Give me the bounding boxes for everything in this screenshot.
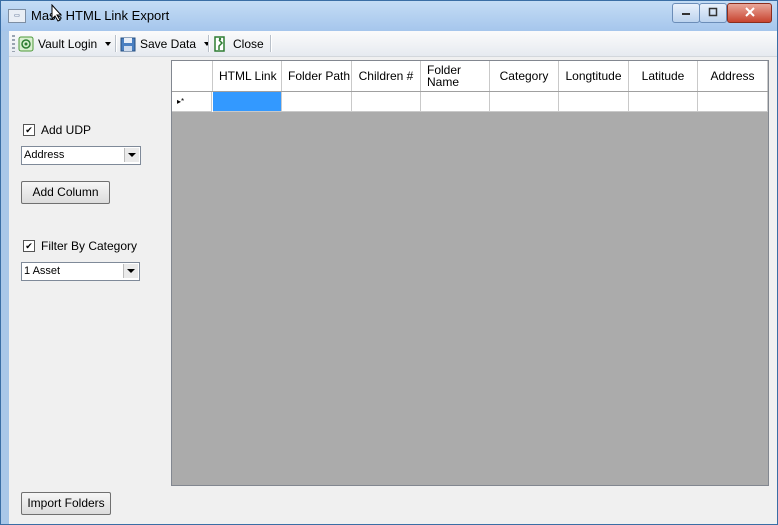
app-icon: ▭ <box>8 9 26 23</box>
column-header-category[interactable]: Category <box>490 61 559 91</box>
column-header-longtitude[interactable]: Longtitude <box>559 61 629 91</box>
category-select-value: 1 Asset <box>24 265 61 277</box>
vault-icon <box>18 36 34 51</box>
save-data-button[interactable]: Save Data <box>120 33 211 54</box>
title-bar[interactable]: ▭ Mass HTML Link Export <box>1 1 777 31</box>
maximize-button[interactable] <box>699 3 727 23</box>
filter-by-category-checkbox[interactable]: ✔ <box>23 240 35 252</box>
toolbar-grip[interactable] <box>12 35 15 52</box>
add-udp-label: Add UDP <box>41 123 92 137</box>
close-button[interactable]: Close <box>213 33 264 54</box>
cell-address[interactable] <box>698 92 768 112</box>
grid-header: HTML Link Folder Path Children # Folder … <box>172 61 768 92</box>
column-header-latitude[interactable]: Latitude <box>629 61 698 91</box>
chevron-down-icon <box>105 41 112 46</box>
checkmark-icon: ✔ <box>25 241 33 251</box>
cell-latitude[interactable] <box>629 92 698 112</box>
cell-folder-path[interactable] <box>282 92 352 112</box>
vault-login-label: Vault Login <box>38 36 98 51</box>
column-header-html-link[interactable]: HTML Link <box>213 61 282 91</box>
app-window: ▭ Mass HTML Link Export Vault Login Save… <box>0 0 778 525</box>
filter-by-category-label: Filter By Category <box>41 239 138 253</box>
cell-longtitude[interactable] <box>559 92 629 112</box>
exit-door-icon <box>214 35 225 52</box>
column-header-folder-name[interactable]: Folder Name <box>421 61 490 91</box>
udp-select-value: Address <box>24 149 65 161</box>
chevron-down-icon[interactable] <box>124 148 139 162</box>
udp-select[interactable]: Address <box>21 146 141 165</box>
save-icon <box>120 37 136 51</box>
save-data-label: Save Data <box>140 36 197 51</box>
maximize-icon <box>708 7 718 17</box>
minimize-icon <box>682 13 690 15</box>
column-header-children[interactable]: Children # <box>352 61 421 91</box>
toolbar-separator <box>270 35 272 52</box>
toolbar: Vault Login Save Data Close <box>9 31 777 57</box>
cell-children[interactable] <box>352 92 421 112</box>
category-select[interactable]: 1 Asset <box>21 262 140 281</box>
chevron-down-icon[interactable] <box>123 264 138 278</box>
toolbar-separator <box>208 35 210 52</box>
new-row-marker[interactable]: ▸* <box>172 92 212 112</box>
import-folders-button[interactable]: Import Folders <box>21 492 111 515</box>
close-icon <box>744 7 755 17</box>
minimize-button[interactable] <box>672 3 700 23</box>
column-header-address[interactable]: Address <box>698 61 768 91</box>
add-udp-checkbox[interactable]: ✔ <box>23 124 35 136</box>
data-grid[interactable]: HTML Link Folder Path Children # Folder … <box>171 60 769 486</box>
cell-html-link[interactable] <box>213 92 282 112</box>
add-column-button[interactable]: Add Column <box>21 181 110 204</box>
cell-folder-name[interactable] <box>421 92 490 112</box>
toolbar-separator <box>115 35 117 52</box>
checkmark-icon: ✔ <box>25 125 33 135</box>
vault-login-button[interactable]: Vault Login <box>18 33 112 54</box>
client-area: Vault Login Save Data Close ✔ Add UDP Ad… <box>9 31 777 524</box>
table-row[interactable]: ▸* <box>172 92 768 112</box>
cell-category[interactable] <box>490 92 559 112</box>
mouse-cursor-icon <box>51 4 63 22</box>
close-window-button[interactable] <box>727 3 772 23</box>
close-label: Close <box>233 36 264 51</box>
column-header-folder-path[interactable]: Folder Path <box>282 61 352 91</box>
row-header-corner[interactable] <box>172 61 213 91</box>
